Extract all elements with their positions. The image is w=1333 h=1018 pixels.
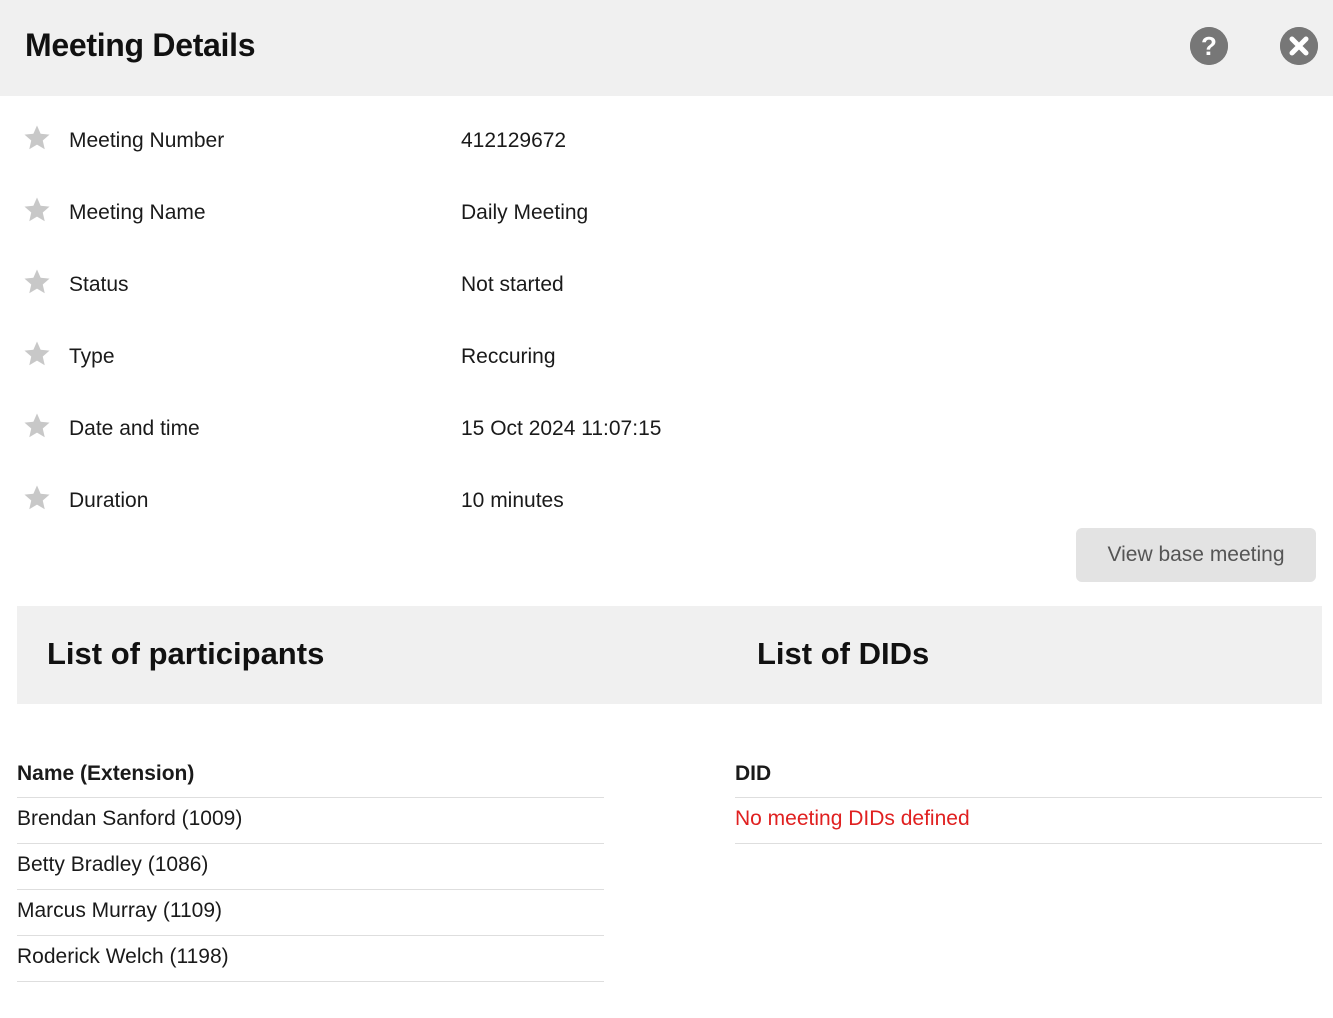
table-row: Marcus Murray (1109) xyxy=(17,890,604,936)
help-icon[interactable]: ? xyxy=(1190,27,1228,65)
lists-section-header: List of participants List of DIDs xyxy=(17,606,1322,704)
detail-label: Meeting Number xyxy=(69,129,225,152)
detail-row-status: Status Not started xyxy=(0,269,1333,313)
detail-value: 10 minutes xyxy=(461,489,564,512)
view-base-meeting-button[interactable]: View base meeting xyxy=(1076,528,1316,582)
detail-value: Reccuring xyxy=(461,345,556,368)
star-icon[interactable] xyxy=(22,195,52,225)
detail-label: Type xyxy=(69,345,115,368)
detail-row-duration: Duration 10 minutes xyxy=(0,485,1333,529)
table-row: Betty Bradley (1086) xyxy=(17,844,604,890)
detail-row-date-time: Date and time 15 Oct 2024 11:07:15 xyxy=(0,413,1333,457)
dids-table: DID No meeting DIDs defined xyxy=(735,758,1322,844)
star-icon[interactable] xyxy=(22,123,52,153)
column-header-did: DID xyxy=(735,758,1322,798)
dids-title: List of DIDs xyxy=(757,636,930,671)
empty-message: No meeting DIDs defined xyxy=(735,798,1322,844)
star-icon[interactable] xyxy=(22,267,52,297)
participants-title: List of participants xyxy=(47,636,325,671)
svg-text:?: ? xyxy=(1201,31,1217,61)
page-title: Meeting Details xyxy=(25,27,256,63)
detail-value: 15 Oct 2024 11:07:15 xyxy=(461,417,662,440)
table-row: Roderick Welch (1198) xyxy=(17,936,604,982)
close-icon[interactable] xyxy=(1280,27,1318,65)
detail-row-meeting-number: Meeting Number 412129672 xyxy=(0,125,1333,169)
detail-label: Date and time xyxy=(69,417,200,440)
table-row: Brendan Sanford (1009) xyxy=(17,798,604,844)
star-icon[interactable] xyxy=(22,339,52,369)
detail-value: Daily Meeting xyxy=(461,201,589,224)
detail-row-type: Type Reccuring xyxy=(0,341,1333,385)
detail-label: Status xyxy=(69,273,129,296)
detail-value: 412129672 xyxy=(461,129,567,152)
detail-value: Not started xyxy=(461,273,564,296)
column-header-name: Name (Extension) xyxy=(17,758,604,798)
detail-label: Meeting Name xyxy=(69,201,206,224)
participants-table: Name (Extension) Brendan Sanford (1009) … xyxy=(17,758,604,982)
detail-label: Duration xyxy=(69,489,149,512)
detail-row-meeting-name: Meeting Name Daily Meeting xyxy=(0,197,1333,241)
star-icon[interactable] xyxy=(22,411,52,441)
star-icon[interactable] xyxy=(22,483,52,513)
dialog-header: Meeting Details ? xyxy=(0,0,1333,96)
